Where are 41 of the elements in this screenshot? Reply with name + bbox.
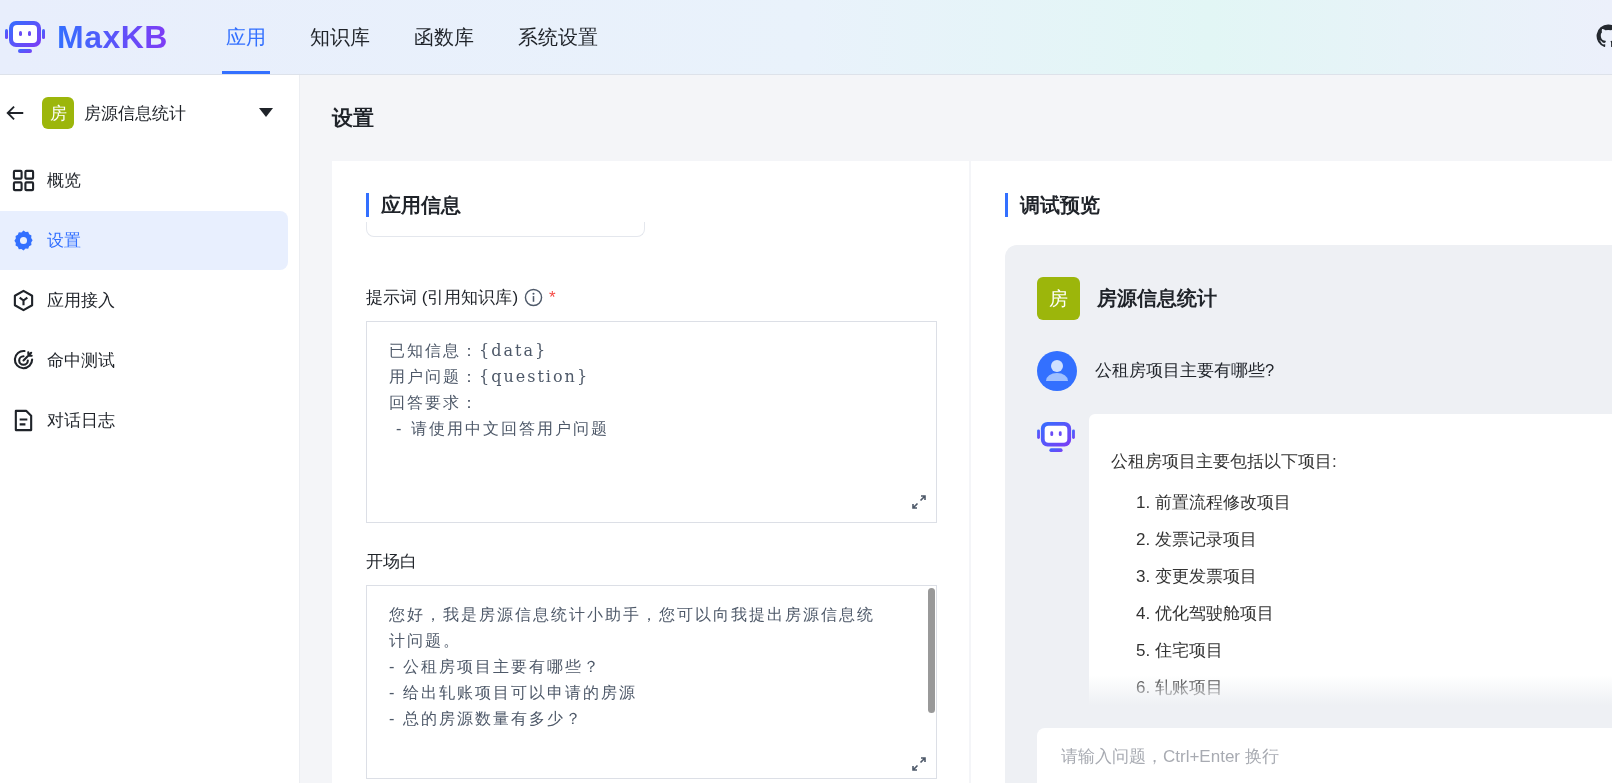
list-item: 2. 发票记录项目 xyxy=(1136,529,1257,551)
document-icon xyxy=(12,409,35,432)
field-label: 开场白 xyxy=(366,551,417,573)
opening-field[interactable]: 您好，我是房源信息统计小助手，您可以向我提出房源信息统计问题。 - 公租房项目主要有哪些？ - 给出轧账项目可以申请的房源 - 总的房源数量有多少？ xyxy=(366,585,937,779)
app-name: 房源信息统计 xyxy=(84,102,187,125)
nav-tab[interactable]: 知识库 xyxy=(306,0,374,74)
expand-icon xyxy=(911,494,927,510)
list-item: 6. 轧账项目 xyxy=(1136,677,1223,699)
nav-tab[interactable]: 函数库 xyxy=(410,0,478,74)
section-heading: 应用信息 xyxy=(366,193,937,217)
sidebar-item[interactable]: 应用接入 xyxy=(0,271,288,330)
field-label: 提示词 (引用知识库) xyxy=(366,287,519,309)
info-icon xyxy=(524,288,544,307)
sidebar-item[interactable]: 设置 xyxy=(0,211,288,270)
target-icon xyxy=(12,349,35,372)
sidebar-item[interactable]: 概览 xyxy=(0,151,288,210)
prompt-field[interactable]: 已知信息：{data} 用户问题：{question} 回答要求： - 请使用中文回答用户问题 xyxy=(366,321,937,523)
sidebar-item[interactable]: 对话日志 xyxy=(0,391,288,450)
scrollbar[interactable] xyxy=(928,588,935,713)
required-mark: * xyxy=(549,287,556,308)
expand-icon xyxy=(911,756,927,772)
chat-title: 房源信息统计 xyxy=(1097,286,1217,311)
app-avatar: 房 xyxy=(42,97,74,129)
list-item: 4. 优化驾驶舱项目 xyxy=(1136,603,1274,625)
sidebar-item[interactable]: 命中测试 xyxy=(0,331,288,390)
grid-icon xyxy=(12,169,35,192)
gear-icon xyxy=(12,229,35,252)
section-heading: 调试预览 xyxy=(1005,193,1612,217)
cube-icon xyxy=(12,289,35,312)
user-avatar-icon xyxy=(1037,351,1077,391)
page-title: 设置 xyxy=(332,105,375,131)
list-item: 3. 变更发票项目 xyxy=(1136,566,1257,588)
bot-avatar-icon xyxy=(1037,420,1075,454)
answer-text: 公租房项目主要包括以下项目: xyxy=(1111,451,1338,473)
caret-down-icon xyxy=(259,108,273,118)
app-avatar: 房 xyxy=(1037,277,1080,320)
user-message: 公租房项目主要有哪些? xyxy=(1095,360,1275,381)
nav-tab[interactable]: 系统设置 xyxy=(514,0,602,74)
list-item: 5. 住宅项目 xyxy=(1136,640,1223,662)
logo-icon xyxy=(5,19,45,55)
list-item: 1. 前置流程修改项目 xyxy=(1136,492,1291,514)
